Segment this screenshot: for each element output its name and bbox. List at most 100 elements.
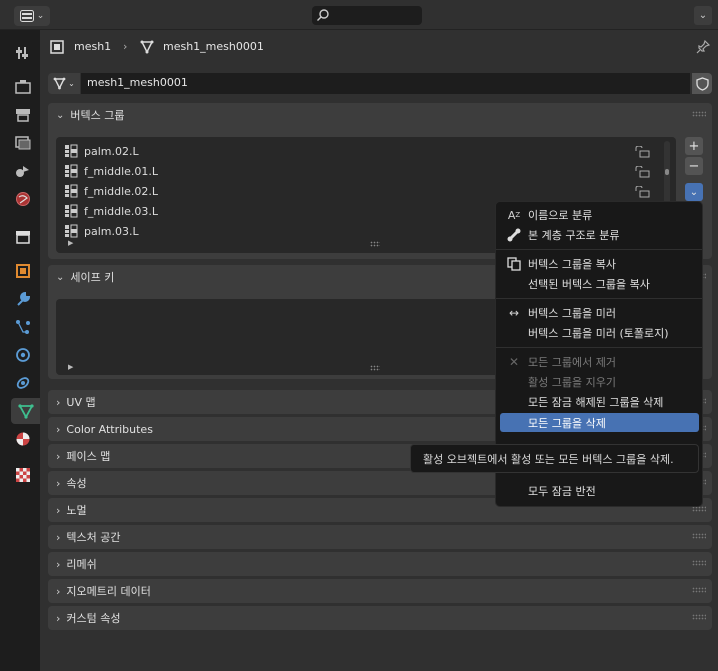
menu-item-copy-group[interactable]: 버텍스 그룹을 복사 [500,254,699,273]
tab-view-layer[interactable] [10,130,36,156]
breadcrumb-separator-icon: › [123,40,128,53]
unlock-icon[interactable] [634,186,650,198]
vertex-groups-header[interactable]: ⌄ 버텍스 그룹 [48,103,712,127]
menu-divider [496,298,702,299]
tooltip-text: 활성 오브젝트에서 활성 또는 모든 버텍스 그룹을 삭제. [423,452,674,466]
mesh-browse-button[interactable]: ⌄ [48,73,80,94]
menu-item-label: 이름으로 분류 [528,208,593,222]
remove-vertex-group-button[interactable]: − [685,157,703,175]
pin-icon[interactable] [696,40,710,54]
expand-filter-icon[interactable]: ▶ [68,363,73,371]
tab-object-data[interactable] [11,398,40,424]
options-dropdown-button[interactable]: ⌄ [694,6,712,25]
mesh-data-icon [53,77,66,90]
menu-item-copy-to-selected[interactable]: 선택된 버텍스 그룹을 복사 [500,274,699,293]
list-resize-handle[interactable] [370,241,380,247]
menu-divider [496,249,702,250]
menu-item-label: 선택된 버텍스 그룹을 복사 [528,277,650,291]
shape-keys-title: 세이프 키 [70,271,115,284]
menu-item-remove-from-all[interactable]: ✕ 모든 그룹에서 제거 [500,352,699,371]
chevron-down-icon: ⌄ [56,271,65,283]
vertex-group-name: f_middle.02.L [84,184,159,198]
object-icon [16,264,30,278]
menu-item-clear-active[interactable]: 활성 그룹을 지우기 [500,372,699,391]
bone-icon [506,227,522,243]
tab-scene[interactable] [10,158,36,184]
tab-tool[interactable] [10,40,36,66]
duplicate-icon [506,256,522,272]
menu-item-sort-by-bone[interactable]: 본 계층 구조로 분류 [500,225,699,244]
menu-item-label: 모든 잠금 해제된 그룹을 삭제 [528,395,664,409]
chevron-right-icon: › [56,611,61,625]
expand-filter-icon[interactable]: ▶ [68,239,73,247]
menu-item-label: 모든 그룹을 삭제 [528,416,606,430]
physics-icon [16,348,30,362]
chevron-down-icon: ⌄ [689,186,699,198]
panel-drag-handle[interactable] [692,587,706,593]
add-vertex-group-button[interactable]: + [685,137,703,155]
list-resize-handle[interactable] [370,365,380,371]
menu-item-delete-all[interactable]: 모든 그룹을 삭제 [500,413,699,432]
tab-world[interactable] [10,186,36,212]
menu-item-label: 모든 그룹에서 제거 [528,355,616,369]
collection-icon [16,231,30,244]
fake-user-button[interactable] [692,73,712,94]
tab-output[interactable] [10,102,36,128]
panel-drag-handle[interactable] [692,560,706,566]
shield-icon [695,76,709,91]
tab-texture[interactable] [10,462,36,488]
list-item[interactable]: palm.02.L [64,141,664,161]
x-icon: ✕ [508,355,520,369]
vertex-group-icon [65,224,78,238]
list-item[interactable]: f_middle.02.L [64,181,664,201]
vertex-group-icon [65,184,78,198]
vertex-group-specials-button[interactable]: ⌄ [685,183,703,201]
menu-item-label: 본 계층 구조로 분류 [528,228,620,242]
tab-particles[interactable] [10,314,36,340]
menu-item-invert-locks[interactable]: 모두 잠금 반전 [500,481,699,500]
search-icon [317,9,329,21]
menu-item-mirror-group[interactable]: ↔ 버텍스 그룹을 미러 [500,303,699,322]
unlock-icon[interactable] [634,146,650,158]
editor-type-selector[interactable]: ⌄ [14,6,50,26]
chevron-right-icon: › [56,530,61,544]
list-item[interactable]: f_middle.01.L [64,161,664,181]
particles-icon [16,320,30,334]
output-icon [16,109,30,122]
unlock-icon[interactable] [634,166,650,178]
section-title: 리메쉬 [66,558,97,571]
chevron-right-icon: › [56,449,61,463]
vertex-groups-title: 버텍스 그룹 [70,109,125,122]
mesh-data-icon [140,40,154,54]
section-title: 지오메트리 데이터 [66,585,151,598]
chevron-right-icon: › [56,557,61,571]
tab-physics[interactable] [10,342,36,368]
menu-item-sort-by-name[interactable]: A Z 이름으로 분류 [500,205,699,224]
section-title: UV 맵 [66,396,96,409]
geometry-data-panel[interactable]: › 지오메트리 데이터 [48,579,712,603]
menu-item-mirror-topology[interactable]: 버텍스 그룹을 미러 (토폴로지) [500,323,699,342]
tab-object[interactable] [10,258,36,284]
remesh-panel[interactable]: › 리메쉬 [48,552,712,576]
custom-properties-panel[interactable]: › 커스텀 속성 [48,606,712,630]
tab-material[interactable] [10,426,36,452]
world-icon [16,192,30,206]
panel-drag-handle[interactable] [692,111,706,117]
scrollbar-thumb[interactable] [665,169,669,175]
menu-divider [496,347,702,348]
panel-drag-handle[interactable] [692,533,706,539]
material-icon [16,432,30,446]
mesh-name-field[interactable]: mesh1_mesh0001 [81,73,690,94]
search-input[interactable] [312,6,422,25]
mirror-arrows-icon: ↔ [508,306,520,320]
texture-space-panel[interactable]: › 텍스처 공간 [48,525,712,549]
tab-modifiers[interactable] [10,286,36,312]
object-square-icon [50,40,64,54]
section-title: Color Attributes [66,422,153,436]
tab-collection[interactable] [10,224,36,250]
menu-item-delete-unlocked[interactable]: 모든 잠금 해제된 그룹을 삭제 [500,392,699,411]
vertex-group-name: f_middle.01.L [84,164,159,178]
tab-constraints[interactable] [10,370,36,396]
panel-drag-handle[interactable] [692,614,706,620]
tab-render[interactable] [10,74,36,100]
